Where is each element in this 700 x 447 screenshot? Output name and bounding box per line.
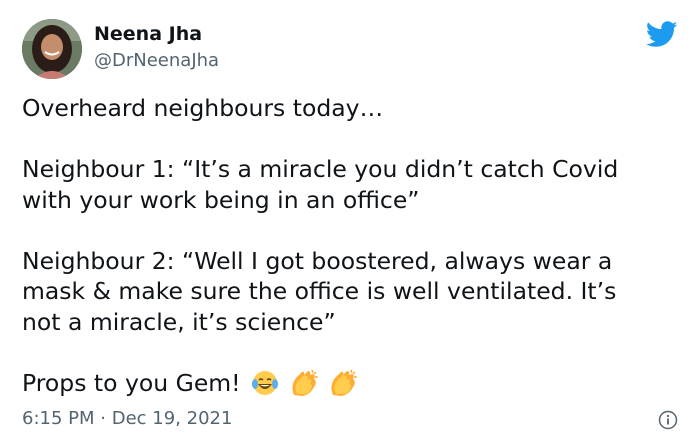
- tweet-paragraph: Neighbour 2: “Well I got boostered, alwa…: [22, 246, 692, 338]
- tweet-line: Overheard neighbours today…: [22, 94, 384, 122]
- tweet-line: not a miracle, it’s science”: [22, 307, 336, 336]
- tweet-line: with your work being in an office”: [22, 185, 420, 214]
- tweet-date: Dec 19, 2021: [111, 408, 233, 429]
- info-icon[interactable]: [658, 410, 678, 430]
- avatar[interactable]: [22, 19, 82, 79]
- emoji-group: [250, 368, 359, 406]
- tweet-card: Neena Jha @DrNeenaJha Overheard neighbou…: [0, 0, 700, 447]
- twitter-bird-icon[interactable]: [646, 21, 678, 48]
- tweet-paragraph: Neighbour 1: “It’s a miracle you didn’t …: [22, 154, 692, 215]
- tweet-line: Neighbour 2: “Well I got boostered, alwa…: [22, 246, 613, 275]
- face-with-tears-of-joy-icon: [252, 370, 279, 395]
- tweet-line: Props to you Gem!: [22, 368, 241, 397]
- avatar-photo: [22, 19, 82, 79]
- tweet-paragraph: Overheard neighbours today…: [22, 93, 692, 124]
- tweet-paragraph: Props to you Gem!: [22, 368, 692, 406]
- tweet-time: 6:15 PM: [22, 408, 95, 429]
- tweet-line: Neighbour 1: “It’s a miracle you didn’t …: [22, 155, 619, 183]
- clapping-hands-icon: [291, 369, 318, 396]
- author-handle[interactable]: @DrNeenaJha: [94, 50, 219, 72]
- tweet-line: mask & make sure the office is well vent…: [22, 277, 617, 305]
- author-name[interactable]: Neena Jha: [94, 23, 202, 45]
- tweet-text: Overheard neighbours today… Neighbour 1:…: [22, 93, 692, 405]
- tweet-timestamp[interactable]: 6:15 PM · Dec 19, 2021: [22, 408, 232, 430]
- clapping-hands-icon: [331, 369, 358, 396]
- timestamp-separator: ·: [100, 408, 106, 429]
